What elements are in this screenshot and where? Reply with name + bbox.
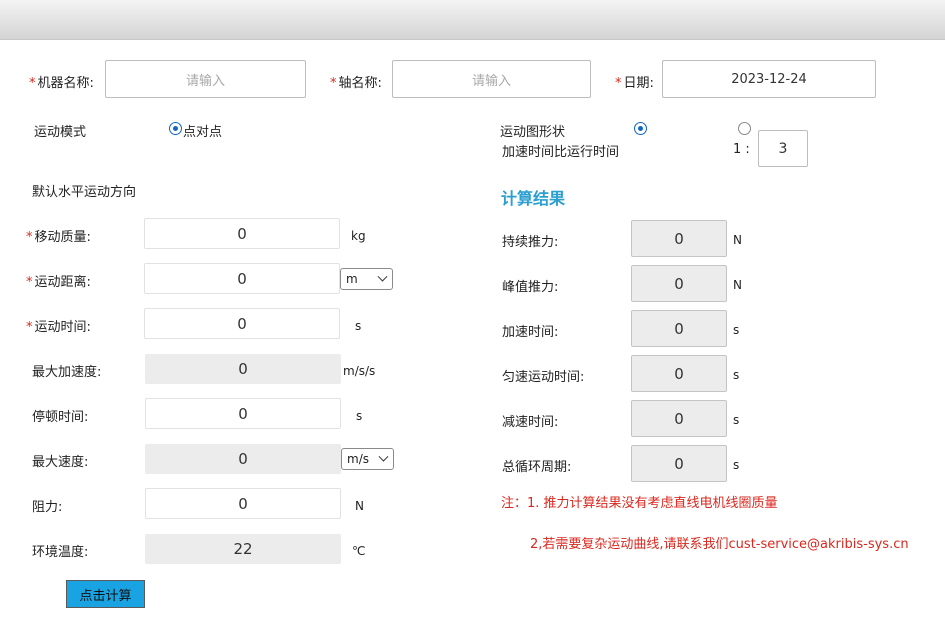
distance-unit-value: m (346, 272, 358, 286)
distance-input[interactable]: 0 (144, 263, 340, 294)
motion-shape-label: 运动图形状 (500, 125, 566, 140)
resistance-unit: N (355, 499, 364, 513)
decel-time-unit: s (733, 413, 740, 427)
point-to-point-label: 点对点 (183, 125, 223, 140)
speed-unit-select[interactable]: m/s (341, 448, 394, 470)
shape-option2-radio[interactable] (738, 122, 751, 135)
dwell-label: 停顿时间: (32, 410, 89, 425)
continuous-force-output: 0 (631, 220, 727, 257)
dwell-input[interactable]: 0 (145, 398, 341, 429)
time-input[interactable]: 0 (144, 308, 340, 339)
accel-time-unit: s (733, 323, 740, 337)
distance-unit-select[interactable]: m (340, 268, 393, 290)
machine-name-label: * 机器名称: (29, 76, 94, 91)
machine-name-input[interactable]: 请输入 (105, 60, 306, 98)
motion-mode-label: 运动模式 (34, 125, 87, 140)
mass-input[interactable]: 0 (144, 218, 340, 249)
ratio-prefix: 1 : (733, 142, 750, 157)
max-accel-label: 最大加速度: (32, 365, 102, 380)
chevron-down-icon (377, 271, 388, 282)
distance-label: * 运动距离: (26, 275, 91, 290)
date-input[interactable]: 2023-12-24 (662, 60, 876, 98)
peak-force-output: 0 (631, 265, 727, 302)
constant-time-unit: s (733, 368, 740, 382)
dwell-unit: s (356, 409, 363, 423)
max-speed-label: 最大速度: (32, 455, 89, 470)
temperature-unit: ℃ (352, 544, 366, 558)
max-speed-output: 0 (145, 444, 341, 474)
time-label: * 运动时间: (26, 320, 91, 335)
speed-unit-value: m/s (347, 452, 369, 466)
continuous-force-unit: N (733, 233, 742, 247)
cycle-time-label: 总循环周期: (502, 460, 572, 475)
accel-time-output: 0 (631, 310, 727, 347)
default-direction-text: 默认水平运动方向 (32, 185, 137, 200)
constant-time-output: 0 (631, 355, 727, 392)
constant-time-label: 匀速运动时间: (502, 370, 585, 385)
cycle-time-unit: s (733, 458, 740, 472)
peak-force-unit: N (733, 278, 742, 292)
ratio-input[interactable]: 3 (758, 130, 808, 167)
continuous-force-label: 持续推力: (502, 235, 559, 250)
calculate-button[interactable]: 点击计算 (66, 580, 145, 608)
peak-force-label: 峰值推力: (502, 280, 559, 295)
resistance-label: 阻力: (32, 500, 63, 515)
note-2: 2,若需要复杂运动曲线,请联系我们cust-service@akribis-sy… (530, 537, 909, 552)
note-1: 注：1. 推力计算结果没有考虑直线电机线圈质量 (501, 496, 778, 511)
accel-time-label: 加速时间: (502, 325, 559, 340)
temperature-output: 22 (145, 534, 341, 564)
time-unit: s (355, 319, 362, 333)
resistance-input[interactable]: 0 (145, 488, 341, 519)
max-accel-output: 0 (145, 354, 341, 384)
axis-name-input[interactable]: 请输入 (392, 60, 591, 98)
date-label: * 日期: (615, 76, 654, 91)
decel-time-label: 减速时间: (502, 415, 559, 430)
axis-name-label: * 轴名称: (330, 76, 382, 91)
max-accel-unit: m/s/s (343, 364, 376, 378)
shape-option1-radio[interactable] (634, 122, 647, 135)
top-bar (0, 0, 945, 40)
cycle-time-output: 0 (631, 445, 727, 482)
results-title: 计算结果 (501, 189, 566, 208)
point-to-point-radio[interactable] (169, 122, 182, 135)
chevron-down-icon (378, 451, 389, 462)
ratio-label: 加速时间比运行时间 (502, 145, 620, 160)
decel-time-output: 0 (631, 400, 727, 437)
mass-label: * 移动质量: (26, 230, 91, 245)
mass-unit: kg (351, 229, 366, 243)
temperature-label: 环境温度: (32, 545, 89, 560)
